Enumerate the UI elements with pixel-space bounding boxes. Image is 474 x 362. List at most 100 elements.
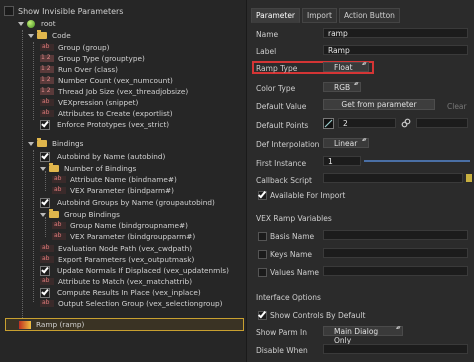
- tree-item[interactable]: Attributes to Create (exportlist): [40, 108, 173, 119]
- ramp-type-label: Ramp Type: [256, 64, 298, 73]
- values-name-field[interactable]: [323, 266, 468, 276]
- default-points-extra-field[interactable]: [416, 118, 468, 128]
- tree-item[interactable]: Autobind Groups by Name (groupautobind): [40, 197, 215, 208]
- tree-item[interactable]: root: [18, 18, 56, 29]
- tree-item[interactable]: Group Name (bindgroupname#): [52, 220, 188, 231]
- name-field[interactable]: ramp: [323, 28, 468, 38]
- tree-item[interactable]: Evaluation Node Path (vex_cwdpath): [40, 243, 192, 254]
- tree-item[interactable]: Export Parameters (vex_outputmask): [40, 254, 194, 265]
- values-name-checkbox[interactable]: [258, 268, 267, 277]
- callback-script-field[interactable]: [323, 173, 463, 183]
- tree-guide: [33, 42, 34, 120]
- def-interpolation-label: Def Interpolation: [256, 140, 320, 149]
- tree-item[interactable]: Attribute to Match (vex_matchattrib): [40, 276, 192, 287]
- basis-name-checkbox[interactable]: [258, 232, 267, 241]
- keys-name-field[interactable]: [323, 248, 468, 258]
- tree-item-label: Attributes to Create (exportlist): [58, 109, 173, 118]
- clear-button[interactable]: Clear: [447, 102, 467, 111]
- tree-folder[interactable]: Group Bindings: [40, 209, 120, 220]
- integer-parm-icon: [40, 65, 54, 73]
- tree-item[interactable]: VEX Parameter (bindparm#): [52, 185, 174, 196]
- integer-parm-icon: [40, 87, 54, 95]
- tab-parameter[interactable]: Parameter: [251, 8, 301, 23]
- callback-script-label: Callback Script: [256, 176, 312, 185]
- tree-item[interactable]: Autobind by Name (autobind): [40, 151, 165, 162]
- string-parm-icon: [40, 244, 54, 252]
- parameter-tree-panel: Show Invisible Parameters root Code Group …: [0, 0, 247, 362]
- show-parm-in-menu[interactable]: Main Dialog Only: [323, 326, 403, 345]
- def-interpolation-menu[interactable]: Linear: [323, 138, 369, 148]
- tree-item-label: Bindings: [52, 139, 84, 148]
- script-language-icon[interactable]: [466, 174, 472, 182]
- show-invisible-parameters-toggle[interactable]: Show Invisible Parameters: [4, 6, 123, 16]
- default-points-label: Default Points: [256, 121, 309, 130]
- tree-item[interactable]: Ramp (ramp): [18, 319, 84, 330]
- toggle-parm-icon: [40, 151, 50, 162]
- tree-item[interactable]: Run Over (class): [40, 64, 118, 75]
- tree-item[interactable]: Update Normals If Displaced (vex_updaten…: [40, 265, 229, 276]
- string-parm-icon: [52, 232, 66, 240]
- show-controls-checkbox[interactable]: [258, 311, 267, 320]
- string-parm-icon: [52, 175, 66, 183]
- available-for-import-checkbox[interactable]: [258, 191, 267, 200]
- tree-item-label: Attribute to Match (vex_matchattrib): [58, 277, 193, 286]
- expand-arrow-icon[interactable]: [28, 141, 34, 146]
- tree-item[interactable]: Output Selection Group (vex_selectiongro…: [40, 298, 222, 309]
- tree-item-label: VEXpression (snippet): [58, 98, 139, 107]
- tab-action-button[interactable]: Action Button: [338, 8, 400, 23]
- tree-item-label: Autobind Groups by Name (groupautobind): [57, 198, 215, 207]
- ramp-edit-icon[interactable]: [323, 118, 334, 129]
- tree-item-label: Update Normals If Displaced (vex_updaten…: [57, 266, 229, 275]
- interface-options-heading: Interface Options: [256, 293, 321, 302]
- toggle-parm-icon: [40, 287, 50, 298]
- link-icon[interactable]: [401, 118, 411, 128]
- tree-item[interactable]: Attribute Name (bindname#): [52, 174, 177, 185]
- tree-item-label: Compute Results In Place (vex_inplace): [57, 288, 201, 297]
- expand-arrow-icon[interactable]: [40, 166, 46, 171]
- tree-item[interactable]: VEXpression (snippet): [40, 97, 138, 108]
- editor-tabs: Parameter Import Action Button: [251, 8, 400, 23]
- default-value-label: Default Value: [256, 102, 307, 111]
- first-instance-field[interactable]: 1: [323, 156, 361, 166]
- tree-guide: [45, 171, 46, 191]
- tree-folder[interactable]: Bindings: [28, 138, 83, 149]
- tree-item[interactable]: Number Count (vex_numcount): [40, 75, 173, 86]
- tree-item-label: Output Selection Group (vex_selectiongro…: [58, 299, 223, 308]
- tree-item[interactable]: Compute Results In Place (vex_inplace): [40, 287, 201, 298]
- string-parm-icon: [40, 255, 54, 263]
- show-invisible-checkbox[interactable]: [4, 6, 14, 16]
- expand-arrow-icon[interactable]: [28, 33, 34, 38]
- tree-item[interactable]: Enforce Prototypes (vex_strict): [40, 119, 169, 130]
- tree-item-label: Group (group): [58, 43, 110, 52]
- color-type-menu[interactable]: RGB: [323, 82, 361, 92]
- disable-when-field[interactable]: [323, 344, 468, 354]
- default-points-field[interactable]: 2: [338, 118, 396, 128]
- tree-item[interactable]: Group (group): [40, 42, 109, 53]
- expand-arrow-icon[interactable]: [40, 212, 46, 217]
- folder-icon: [37, 30, 47, 39]
- tree-item[interactable]: Group Type (grouptype): [40, 53, 145, 64]
- tree-item-label: Evaluation Node Path (vex_cwdpath): [58, 244, 193, 253]
- tree-folder[interactable]: Code: [28, 30, 71, 41]
- tab-import[interactable]: Import: [302, 8, 337, 23]
- color-type-label: Color Type: [256, 84, 296, 93]
- tree-item[interactable]: Thread Job Size (vex_threadjobsize): [40, 86, 188, 97]
- tree-item-label: Enforce Prototypes (vex_strict): [57, 120, 170, 129]
- ramp-type-menu[interactable]: Float: [323, 62, 369, 72]
- toggle-parm-icon: [40, 265, 50, 276]
- expand-arrow-icon[interactable]: [18, 21, 24, 26]
- tree-item-label: Thread Job Size (vex_threadjobsize): [58, 87, 189, 96]
- tree-item-label: VEX Parameter (bindgroupparm#): [70, 232, 196, 241]
- tree-guide: [45, 217, 46, 237]
- keys-name-checkbox[interactable]: [258, 250, 267, 259]
- label-field[interactable]: Ramp: [323, 45, 468, 55]
- tree-item[interactable]: VEX Parameter (bindgroupparm#): [52, 231, 195, 242]
- string-parm-icon: [52, 221, 66, 229]
- basis-name-field[interactable]: [323, 230, 468, 240]
- tree-item-label: root: [41, 19, 56, 28]
- available-for-import-label: Available For Import: [270, 191, 346, 200]
- tree-item-label: VEX Parameter (bindparm#): [70, 186, 175, 195]
- first-instance-slider[interactable]: [364, 160, 470, 162]
- get-from-parameter-button[interactable]: Get from parameter: [323, 99, 435, 110]
- tree-folder[interactable]: Number of Bindings: [40, 163, 136, 174]
